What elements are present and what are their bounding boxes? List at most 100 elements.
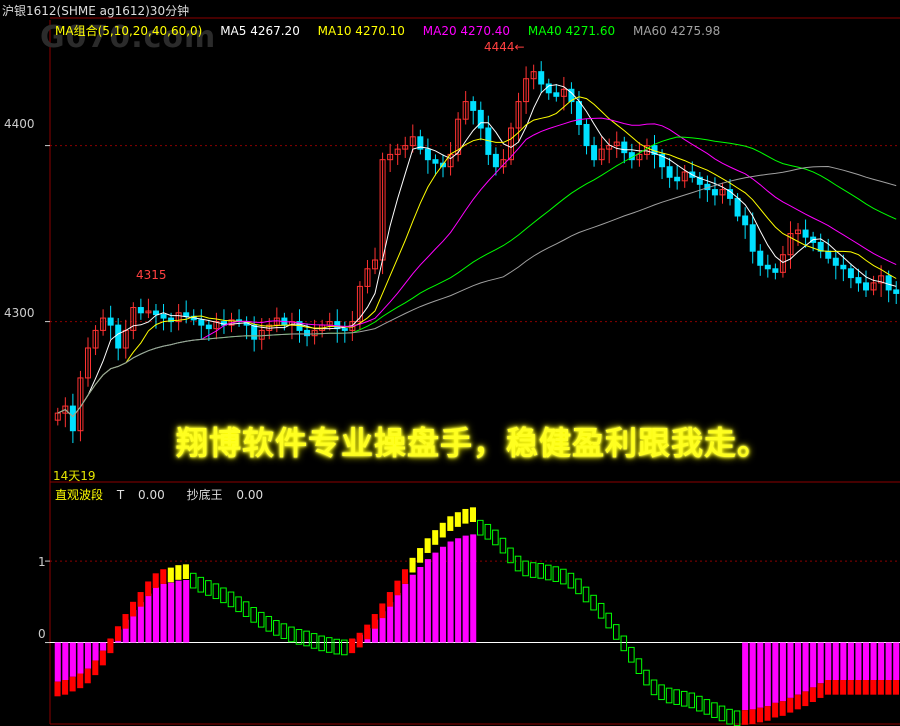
indicator-falling-segment — [189, 572, 197, 589]
candle-body — [205, 324, 212, 330]
indicator-falling-segment — [537, 563, 544, 579]
indicator-falling-segment — [325, 637, 333, 653]
candle-body — [840, 264, 847, 270]
indicator-top-segment — [885, 680, 892, 695]
indicator-falling-segment — [250, 607, 257, 623]
candle-body — [424, 148, 431, 161]
indicator-falling-segment — [673, 689, 680, 705]
candle-body — [152, 310, 159, 316]
indicator-top-segment — [432, 530, 439, 545]
candle-body — [107, 317, 114, 326]
indicator-falling-segment — [492, 529, 499, 546]
indicator-top-segment — [469, 507, 476, 522]
ma10-label: MA10 4270.10 — [317, 24, 405, 38]
indicator-tick-0: 0 — [38, 627, 46, 641]
indicator-tick-1: 1 — [38, 555, 46, 569]
indicator-falling-segment — [197, 576, 205, 593]
indicator-falling-segment — [522, 560, 529, 577]
candle-body — [885, 275, 892, 291]
indicator-top-segment — [454, 512, 461, 527]
indicator-top-segment — [167, 567, 174, 583]
indicator-falling-segment — [235, 596, 242, 613]
candle-body — [470, 101, 477, 111]
indicator-falling-segment — [688, 692, 696, 709]
indicator-legend: 直观波段 T 0.00 抄底王 0.00 — [55, 486, 273, 503]
indicator-falling-segment — [733, 710, 741, 726]
candle-body — [575, 101, 582, 125]
indicator-cd-label: 抄底王 — [186, 488, 223, 502]
candle-body — [847, 268, 854, 279]
local-high-marker: 4315 — [136, 268, 167, 282]
indicator-falling-segment — [726, 708, 733, 725]
indicator-falling-segment — [560, 568, 567, 585]
indicator-falling-segment — [265, 615, 273, 632]
indicator-falling-segment — [567, 572, 575, 589]
indicator-top-segment — [152, 573, 159, 588]
indicator-top-segment — [364, 624, 371, 640]
candle-body — [251, 324, 258, 340]
indicator-falling-segment — [257, 611, 265, 628]
ma20-label: MA20 4270.40 — [422, 24, 511, 38]
indicator-top-segment — [379, 603, 386, 619]
candle-body — [742, 215, 749, 226]
indicator-top-segment — [77, 673, 84, 689]
ma40-line — [57, 136, 897, 418]
indicator-top-segment — [175, 565, 182, 580]
price-tick-4400: 4400 — [4, 117, 35, 131]
indicator-top-segment — [160, 569, 167, 584]
indicator-top-segment — [122, 614, 129, 629]
candle-body — [115, 324, 122, 349]
indicator-falling-segment — [333, 638, 341, 655]
indicator-top-segment — [779, 701, 786, 716]
indicator-falling-segment — [484, 523, 492, 540]
ma-group-label: MA组合(5,10,20,40,60,0) — [55, 24, 203, 38]
indicator-top-segment — [892, 680, 899, 695]
ma40-label: MA40 4271.60 — [527, 24, 616, 38]
indicator-top-segment — [809, 687, 816, 703]
indicator-falling-segment — [590, 594, 597, 611]
indicator-falling-segment — [227, 591, 235, 608]
candle-body — [772, 268, 779, 273]
indicator-falling-segment — [477, 519, 484, 536]
indicator-top-segment — [832, 680, 839, 695]
indicator-falling-segment — [552, 566, 560, 582]
candle-body — [734, 197, 741, 217]
indicator-top-segment — [756, 707, 764, 723]
indicator-falling-segment — [529, 562, 537, 578]
candle-body — [538, 71, 545, 85]
indicator-top-segment — [447, 516, 454, 531]
indicator-name: 直观波段 — [55, 488, 104, 502]
chart-canvas[interactable] — [0, 0, 900, 726]
candle-body — [591, 145, 598, 161]
candle-body — [825, 250, 832, 259]
indicator-falling-segment — [650, 679, 658, 696]
candle-body — [674, 176, 681, 182]
indicator-falling-segment — [507, 547, 514, 564]
indicator-top-segment — [847, 680, 854, 695]
candle-body — [711, 189, 718, 196]
indicator-falling-segment — [665, 687, 673, 704]
indicator-top-segment — [417, 548, 424, 563]
indicator-top-segment — [802, 691, 809, 707]
indicator-falling-segment — [310, 633, 318, 649]
indicator-falling-segment — [658, 684, 665, 701]
indicator-top-segment — [462, 508, 469, 524]
ma10-line — [57, 96, 897, 418]
indicator-falling-segment — [318, 635, 325, 652]
chart-title: 沪银1612(SHME ag1612)30分钟 — [2, 4, 190, 18]
candle-body — [893, 289, 900, 294]
indicator-falling-segment — [544, 564, 552, 581]
indicator-top-segment — [409, 557, 416, 573]
indicator-top-segment — [349, 638, 356, 654]
indicator-falling-segment — [303, 630, 310, 647]
candle-body — [832, 257, 839, 266]
indicator-top-segment — [99, 650, 106, 666]
chart-window[interactable]: { "title": "沪银1612(SHME ag1612)30分钟", "w… — [0, 0, 900, 726]
indicator-top-segment — [69, 676, 76, 692]
indicator-top-segment — [107, 638, 114, 654]
moving-average-lines — [57, 84, 897, 418]
indicator-falling-segment — [680, 690, 688, 707]
indicator-top-segment — [862, 680, 869, 695]
indicator-top-segment — [840, 680, 847, 695]
indicator-falling-segment — [620, 635, 628, 652]
